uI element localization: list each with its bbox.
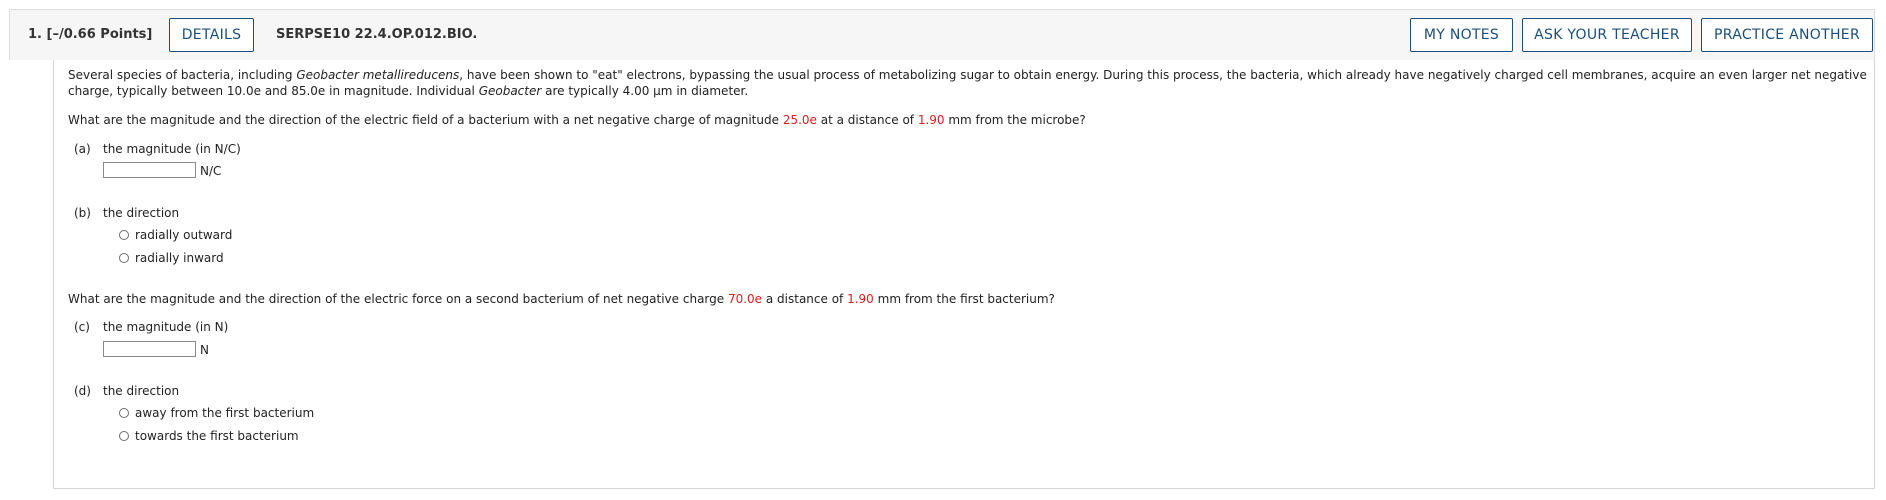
option-label: away from the first bacterium — [135, 406, 315, 420]
part-b-label: the direction — [103, 206, 180, 220]
part-a-label: the magnitude (in N/C) — [103, 142, 241, 156]
part-a-tag: (a) — [74, 142, 91, 156]
distance-value: 1.90 — [917, 113, 945, 127]
intro-text: , have been shown to "eat" electrons, by… — [459, 68, 1867, 82]
question-code: SERPSE10 22.4.OP.012.BIO. — [276, 27, 478, 42]
intro-line-1: Several species of bacteria, including G… — [68, 67, 1867, 84]
option-label: towards the first bacterium — [135, 429, 299, 443]
option-label: radially outward — [135, 228, 233, 242]
distance-value: 1.90 — [847, 292, 874, 306]
question-text: What are the magnitude and the direction… — [68, 113, 783, 127]
part-c-answer-input[interactable] — [103, 341, 196, 357]
part-a-unit: N/C — [200, 164, 222, 178]
question-body: Several species of bacteria, including G… — [53, 60, 1875, 489]
part-c-tag: (c) — [74, 320, 90, 334]
radio-option-away[interactable]: away from the first bacterium — [119, 406, 314, 420]
part-b-tag: (b) — [74, 206, 91, 220]
part-a-answer-input[interactable] — [103, 162, 196, 178]
radio-circle-icon[interactable] — [119, 230, 129, 240]
question-1-text: What are the magnitude and the direction… — [68, 112, 1086, 129]
intro-line-2: charge, typically between 10.0e and 85.0… — [68, 83, 748, 100]
part-d-label: the direction — [103, 384, 180, 398]
intro-text: charge, typically between 10.0e and 85.0… — [68, 84, 479, 98]
part-c-label: the magnitude (in N) — [103, 320, 229, 334]
radio-circle-icon[interactable] — [119, 253, 129, 263]
part-c-unit: N — [200, 343, 209, 357]
intro-genus-name: Geobacter — [478, 84, 542, 98]
question-text: a distance of — [762, 292, 848, 306]
radio-option-towards[interactable]: towards the first bacterium — [119, 429, 299, 443]
option-label: radially inward — [135, 251, 224, 265]
intro-text: Several species of bacteria, including — [68, 68, 297, 82]
question-text: mm from the first bacterium? — [873, 292, 1055, 306]
intro-text: are typically 4.00 µm in diameter. — [541, 84, 749, 98]
details-button[interactable]: DETAILS — [169, 18, 254, 52]
radio-circle-icon[interactable] — [119, 431, 129, 441]
radio-option-radially-outward[interactable]: radially outward — [119, 228, 232, 242]
charge-value: 70.0e — [727, 292, 763, 306]
question-text: at a distance of — [816, 113, 918, 127]
question-2-text: What are the magnitude and the direction… — [68, 291, 1055, 308]
question-text: What are the magnitude and the direction… — [68, 292, 728, 306]
radio-circle-icon[interactable] — [119, 408, 129, 418]
intro-species-name: Geobacter metallireducens — [296, 68, 460, 82]
question-number-points: 1. [–/0.66 Points] — [28, 27, 153, 42]
practice-another-button[interactable]: PRACTICE ANOTHER — [1701, 18, 1873, 52]
radio-option-radially-inward[interactable]: radially inward — [119, 251, 224, 265]
charge-value: 25.0e — [782, 113, 817, 127]
question-header: 1. [–/0.66 Points] DETAILS SERPSE10 22.4… — [9, 9, 1875, 60]
my-notes-button[interactable]: MY NOTES — [1410, 18, 1513, 52]
ask-your-teacher-button[interactable]: ASK YOUR TEACHER — [1522, 18, 1692, 52]
question-text: mm from the microbe? — [944, 113, 1086, 127]
part-d-tag: (d) — [74, 384, 91, 398]
